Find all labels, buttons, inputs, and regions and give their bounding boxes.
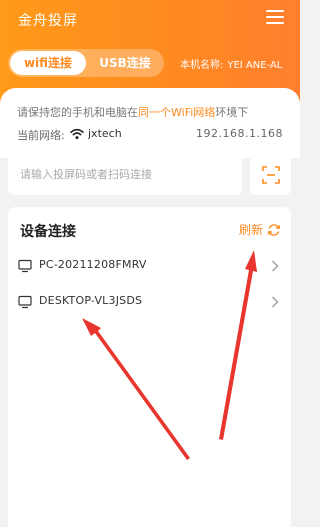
device-name: PC-20211208FMRV [39, 258, 147, 271]
refresh-label: 刷新 [238, 223, 263, 237]
notice-highlight: 同一个WiFi网络 [138, 106, 216, 119]
device-item-pc[interactable]: PC-20211208FMRV [8, 251, 291, 281]
notice-suffix: 环境下 [215, 106, 249, 119]
computer-icon [18, 295, 32, 309]
network-label: 当前网络: [17, 129, 65, 142]
chevron-right-icon [272, 296, 279, 308]
wifi-icon [70, 128, 84, 140]
scan-button[interactable] [250, 155, 291, 195]
tab-wifi[interactable]: wifi连接 [10, 51, 86, 75]
computer-icon [18, 259, 32, 273]
device-name: DESKTOP-VL3JSDS [39, 294, 143, 307]
device-section-title: 设备连接 [20, 224, 76, 240]
device-item-desktop[interactable]: DESKTOP-VL3JSDS [8, 287, 291, 317]
tab-usb[interactable]: USB连接 [88, 51, 162, 75]
device-name-value: YEI ANE-AL [227, 60, 283, 71]
connection-tabs: wifi连接 USB连接 [8, 49, 164, 77]
wifi-notice: 请保持您的手机和电脑在同一个WiFi网络环境下 [17, 104, 248, 120]
notice-prefix: 请保持您的手机和电脑在 [17, 106, 138, 119]
refresh-icon [267, 223, 281, 236]
device-connection-card: 设备连接 刷新 PC-20211208FMRV DESKTOP-VL3JSDS [8, 207, 291, 527]
ip-address: 192.168.1.168 [196, 127, 283, 140]
device-name-label: 本机名称: [180, 60, 224, 71]
cast-code-input[interactable]: 请输入投屏码或者扫码连接 [8, 155, 242, 195]
scan-icon [261, 166, 280, 184]
network-info-card: 请保持您的手机和电脑在同一个WiFi网络环境下 当前网络: jxtech 192… [0, 88, 300, 158]
app-title: 金舟投屏 [18, 13, 78, 29]
chevron-right-icon [272, 260, 279, 272]
local-device-name: 本机名称: YEI ANE-AL [180, 56, 282, 71]
refresh-button[interactable]: 刷新 [239, 221, 281, 238]
network-name: jxtech [88, 127, 122, 140]
current-network-row: 当前网络: jxtech 192.168.1.168 [17, 127, 283, 143]
menu-icon[interactable] [266, 8, 284, 26]
